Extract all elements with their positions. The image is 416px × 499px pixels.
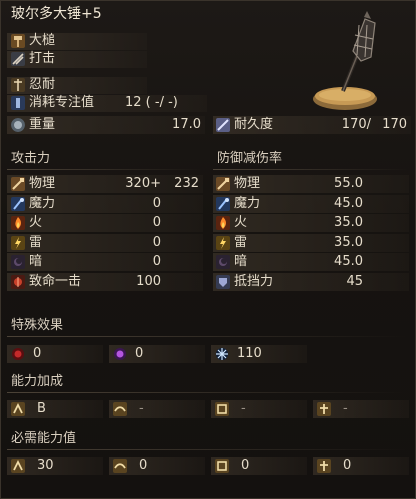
attack-row-value: 320+ bbox=[125, 176, 161, 191]
defense-row-value: 45 bbox=[346, 274, 363, 289]
scaling-divider bbox=[7, 392, 407, 393]
defense-divider bbox=[213, 169, 409, 170]
strength-icon bbox=[11, 459, 25, 473]
defense-row-value: 55.0 bbox=[334, 176, 363, 191]
physical-icon bbox=[216, 177, 230, 191]
requirements-item-value: 0 bbox=[241, 458, 250, 473]
critical-icon bbox=[11, 275, 25, 289]
item-detail-panel: 玻尔多大锤+5 大槌 打击 忍耐 消耗专注值 12 ( -/ -) 重量 17.… bbox=[0, 0, 416, 499]
special-divider bbox=[7, 336, 407, 337]
frost-icon bbox=[215, 347, 229, 361]
weight-value: 17.0 bbox=[172, 117, 201, 132]
requirements-header: 必需能力值 bbox=[11, 431, 77, 446]
dexterity-icon bbox=[113, 402, 127, 416]
scaling-item-value: - bbox=[241, 401, 246, 416]
fp-cost-label: 消耗专注值 bbox=[29, 95, 95, 110]
stability-icon bbox=[216, 275, 230, 289]
special-effect-value: 110 bbox=[237, 346, 262, 361]
attack-row-label: 雷 bbox=[29, 235, 43, 250]
durability-current: 170/ bbox=[341, 117, 371, 132]
skill-name: 忍耐 bbox=[29, 77, 56, 92]
dark-icon bbox=[216, 255, 230, 269]
skill-icon bbox=[11, 78, 25, 92]
attack-row-label: 火 bbox=[29, 215, 43, 230]
attack-divider bbox=[7, 169, 203, 170]
requirements-item-value: 30 bbox=[37, 458, 54, 473]
defense-row-value: 45.0 bbox=[334, 254, 363, 269]
strength-icon bbox=[11, 402, 25, 416]
durability-label: 耐久度 bbox=[234, 117, 274, 132]
durability-max: 170 bbox=[382, 117, 407, 132]
weight-label: 重量 bbox=[29, 117, 56, 132]
dexterity-icon bbox=[113, 459, 127, 473]
attack-type-band bbox=[7, 51, 147, 68]
attack-row-value: 0 bbox=[152, 254, 161, 269]
physical-icon bbox=[11, 177, 25, 191]
defense-row-label: 雷 bbox=[234, 235, 248, 250]
defense-row-value: 35.0 bbox=[334, 215, 363, 230]
type-band bbox=[7, 33, 147, 50]
strike-icon bbox=[11, 52, 25, 66]
scaling-item-value: - bbox=[343, 401, 348, 416]
scaling-item-value: B bbox=[37, 401, 46, 416]
attack-row-label: 魔力 bbox=[29, 196, 56, 211]
intelligence-icon bbox=[215, 459, 229, 473]
defense-row-label: 物理 bbox=[234, 176, 261, 191]
scaling-header: 能力加成 bbox=[11, 374, 64, 389]
dark-icon bbox=[11, 255, 25, 269]
intelligence-icon bbox=[215, 402, 229, 416]
fire-icon bbox=[11, 216, 25, 230]
attack-header: 攻击力 bbox=[11, 151, 51, 166]
skill-band bbox=[7, 77, 147, 94]
requirements-divider bbox=[7, 449, 407, 450]
magic-icon bbox=[216, 197, 230, 211]
requirements-item-value: 0 bbox=[343, 458, 352, 473]
special-effect-value: 0 bbox=[135, 346, 144, 361]
special-effect-value: 0 bbox=[33, 346, 42, 361]
scaling-item-value: - bbox=[139, 401, 144, 416]
poison-icon bbox=[113, 347, 127, 361]
weapon-image bbox=[301, 11, 409, 115]
requirements-item-value: 0 bbox=[139, 458, 148, 473]
defense-row-value: 35.0 bbox=[334, 235, 363, 250]
lightning-icon bbox=[216, 236, 230, 250]
attack-row-value: 0 bbox=[152, 235, 161, 250]
weapon-name: 玻尔多大锤+5 bbox=[11, 6, 102, 22]
attack-row-value: 0 bbox=[152, 196, 161, 211]
defense-row-label: 魔力 bbox=[234, 196, 261, 211]
attack-row-label: 物理 bbox=[29, 176, 56, 191]
durability-icon bbox=[216, 118, 230, 132]
hammer-icon bbox=[11, 34, 25, 48]
faith-icon bbox=[317, 402, 331, 416]
weight-icon bbox=[11, 118, 25, 132]
defense-row-label: 暗 bbox=[234, 254, 248, 269]
weapon-type: 大槌 bbox=[29, 33, 56, 48]
defense-row-label: 抵挡力 bbox=[234, 274, 274, 289]
faith-icon bbox=[317, 459, 331, 473]
magic-icon bbox=[11, 197, 25, 211]
fire-icon bbox=[216, 216, 230, 230]
attack-type: 打击 bbox=[29, 51, 56, 66]
lightning-icon bbox=[11, 236, 25, 250]
defense-row-value: 45.0 bbox=[334, 196, 363, 211]
defense-header: 防御减伤率 bbox=[217, 151, 283, 166]
attack-row-value: 100 bbox=[136, 274, 161, 289]
special-effects-header: 特殊效果 bbox=[11, 318, 64, 333]
attack-row-label: 致命一击 bbox=[29, 274, 82, 289]
attack-row-label: 暗 bbox=[29, 254, 43, 269]
defense-row-label: 火 bbox=[234, 215, 248, 230]
fp-cost-value: 12 ( -/ -) bbox=[125, 95, 178, 110]
attack-row-bonus: 232 bbox=[174, 176, 199, 191]
fp-icon bbox=[11, 96, 25, 110]
bleed-icon bbox=[11, 347, 25, 361]
attack-row-value: 0 bbox=[152, 215, 161, 230]
